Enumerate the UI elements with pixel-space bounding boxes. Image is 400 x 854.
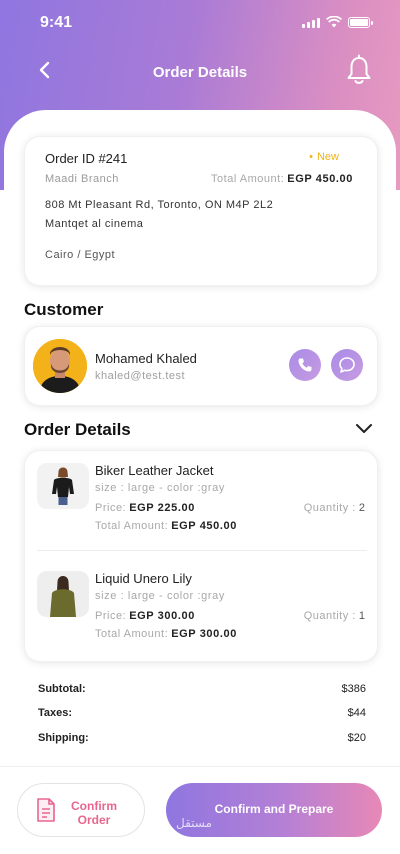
order-info-card: Order ID #241 New Maadi Branch Total Amo… [24, 136, 378, 286]
item-quantity-value: 1 [358, 610, 365, 622]
taxes-label: Taxes: [38, 707, 73, 719]
divider [37, 550, 367, 551]
item-quantity: Quantity : 2 [304, 502, 365, 514]
item-size: size : large - color :gray [95, 590, 225, 602]
confirm-order-label: Confirm Order [71, 799, 117, 827]
address-city: Cairo / Egypt [45, 249, 116, 261]
subtotal-value: $386 [341, 683, 366, 695]
address-line-2: Mantqet al cinema [45, 218, 144, 230]
product-image [37, 571, 89, 617]
shipping-value: $20 [347, 732, 366, 744]
item-price-value: EGP 300.00 [129, 610, 195, 622]
confirm-order-button[interactable]: Confirm Order [17, 783, 145, 837]
order-total-value: EGP 450.00 [287, 173, 353, 185]
customer-email: khaled@test.test [95, 370, 186, 382]
item-total-label: Total Amount: [95, 520, 169, 532]
customer-section-title: Customer [24, 300, 104, 319]
item-quantity-label: Quantity : [303, 610, 356, 622]
status-icons [302, 16, 373, 28]
page-title: Order Details [152, 64, 248, 81]
order-id: Order ID #241 [45, 151, 128, 166]
chat-icon [339, 357, 355, 373]
signal-icon [302, 18, 320, 28]
status-bar: 9:41 [0, 0, 400, 44]
taxes-value: $44 [347, 707, 366, 719]
branch-name: Maadi Branch [45, 173, 119, 185]
item-size: size : large - color :gray [95, 482, 225, 494]
item-name: Biker Leather Jacket [95, 463, 214, 478]
item-name: Liquid Unero Lily [95, 571, 192, 586]
item-quantity-label: Quantity : [303, 502, 356, 514]
item-quantity-value: 2 [358, 502, 365, 514]
chat-button[interactable] [331, 349, 363, 381]
battery-icon [348, 17, 373, 28]
list-item[interactable]: Liquid Unero Lily size : large - color :… [25, 559, 379, 659]
status-badge: New [309, 151, 339, 163]
watermark: مستقل [176, 816, 212, 830]
item-total-label: Total Amount: [95, 628, 169, 640]
item-price-value: EGP 225.00 [129, 502, 195, 514]
document-icon [37, 798, 55, 822]
item-price-label: Price: [95, 502, 127, 514]
shipping-label: Shipping: [38, 732, 89, 744]
bell-icon[interactable] [344, 54, 374, 86]
item-price: Price: EGP 300.00 [95, 610, 195, 622]
item-total: Total Amount: EGP 450.00 [95, 520, 237, 532]
call-button[interactable] [289, 349, 321, 381]
phone-icon [298, 358, 312, 372]
item-price-label: Price: [95, 610, 127, 622]
item-price: Price: EGP 225.00 [95, 502, 195, 514]
wifi-icon [326, 16, 342, 28]
product-image [37, 463, 89, 509]
status-time: 9:41 [40, 14, 73, 31]
chevron-down-icon[interactable] [354, 422, 374, 436]
order-items-card: Biker Leather Jacket size : large - colo… [24, 450, 378, 662]
address-line-1: 808 Mt Pleasant Rd, Toronto, ON M4P 2L2 [45, 199, 274, 211]
item-quantity: Quantity : 1 [304, 610, 365, 622]
order-total: Total Amount: EGP 450.00 [211, 173, 353, 185]
subtotal-label: Subtotal: [38, 683, 86, 695]
order-total-label: Total Amount: [211, 173, 285, 185]
list-item[interactable]: Biker Leather Jacket size : large - colo… [25, 451, 379, 551]
customer-card: Mohamed Khaled khaled@test.test [24, 326, 378, 406]
item-total-value: EGP 450.00 [171, 520, 237, 532]
order-details-section-title: Order Details [24, 420, 131, 439]
item-total: Total Amount: EGP 300.00 [95, 628, 237, 640]
confirm-and-prepare-label: Confirm and Prepare [214, 802, 334, 816]
avatar [33, 339, 87, 393]
customer-name: Mohamed Khaled [95, 351, 197, 366]
item-total-value: EGP 300.00 [171, 628, 237, 640]
